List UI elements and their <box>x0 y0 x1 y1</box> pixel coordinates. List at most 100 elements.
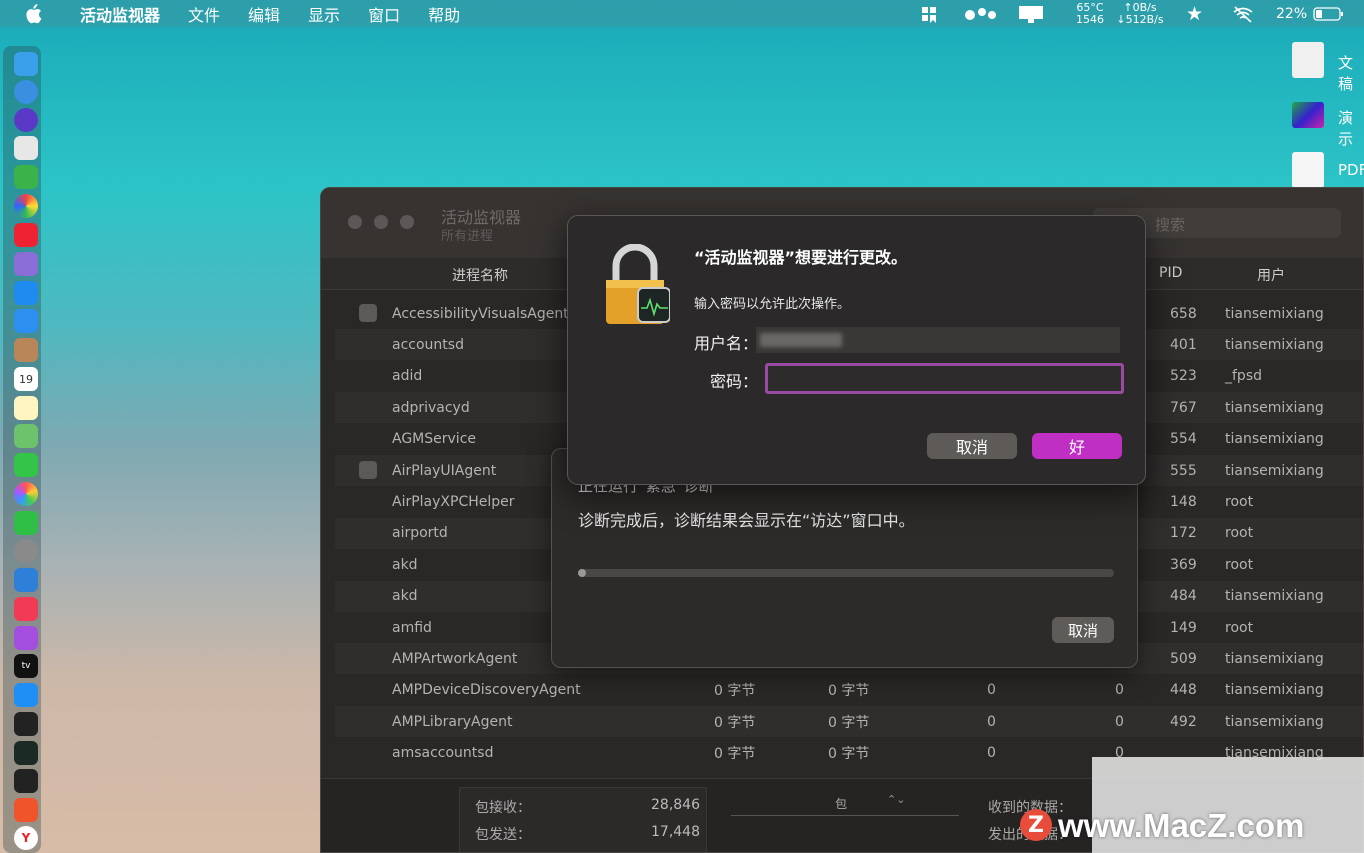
app-blue-icon[interactable] <box>14 568 38 592</box>
close-button[interactable] <box>348 215 362 229</box>
process-name: adprivacyd <box>392 399 470 416</box>
net-down: ↓512B/s <box>1116 12 1164 26</box>
user: tiansemixiang <box>1225 713 1324 730</box>
facetime-icon[interactable] <box>14 511 38 535</box>
app-store-icon[interactable] <box>14 683 38 707</box>
battery-percent: 22% <box>1276 5 1308 22</box>
android-icon[interactable] <box>14 165 38 189</box>
diagnostics-cancel-button[interactable]: 取消 <box>1052 617 1114 643</box>
col-pid[interactable]: PID <box>1159 265 1182 281</box>
battery-icon <box>1313 6 1344 21</box>
siri-icon[interactable] <box>14 108 38 132</box>
music-icon[interactable] <box>14 597 38 621</box>
process-name: amfid <box>392 619 432 636</box>
net-readout[interactable]: ↑0B/s ↓512B/s <box>1114 0 1166 27</box>
yandex-icon[interactable]: Y <box>14 826 38 850</box>
process-name: AGMService <box>392 431 476 448</box>
battery-status[interactable]: 22% <box>1276 0 1345 27</box>
packets-out: 0 <box>1115 682 1124 699</box>
process-name: adid <box>392 368 423 385</box>
terminal-icon[interactable] <box>14 712 38 736</box>
pid: 509 <box>1170 650 1197 667</box>
user: _fpsd <box>1225 368 1262 385</box>
user: root <box>1225 525 1254 542</box>
contacts-icon[interactable] <box>14 338 38 362</box>
maps-icon[interactable] <box>14 424 38 448</box>
menu-app-name[interactable]: 活动监视器 <box>66 2 174 26</box>
process-name: akd <box>392 588 418 605</box>
pdf-file-icon[interactable] <box>1292 152 1324 188</box>
menu-file[interactable]: 文件 <box>174 2 234 26</box>
star-status-icon[interactable]: ★ <box>1186 0 1203 27</box>
packets-in: 0 <box>987 682 996 699</box>
select-chevron-icon[interactable]: ⌃⌄ <box>887 793 905 806</box>
fan-rpm: 1546 <box>1076 12 1104 26</box>
safari-icon[interactable] <box>14 281 38 305</box>
app-purple-icon[interactable] <box>14 252 38 276</box>
col-user[interactable]: 用户 <box>1257 265 1285 285</box>
app-red-icon[interactable] <box>14 223 38 247</box>
launchpad-icon[interactable] <box>14 136 38 160</box>
process-name: airportd <box>392 525 448 542</box>
pid: 448 <box>1170 682 1197 699</box>
brave-icon[interactable] <box>14 798 38 822</box>
username-field[interactable] <box>756 327 1120 353</box>
app-store-icon[interactable] <box>14 80 38 104</box>
messages-icon[interactable] <box>14 453 38 477</box>
table-row[interactable]: AMPLibraryAgent 0 字节 0 字节 0 0 492 tiansemixian… <box>335 706 1363 738</box>
cancel-button[interactable]: 取消 <box>927 433 1017 459</box>
calendar-icon[interactable]: 19 <box>14 367 38 391</box>
desktop-item-label[interactable]: 文稿 <box>1338 52 1364 94</box>
user: tiansemixiang <box>1225 682 1324 699</box>
mail-icon[interactable] <box>14 309 38 333</box>
packets-out-value: 17,448 <box>651 824 700 840</box>
zoom-button[interactable] <box>400 215 414 229</box>
console-icon[interactable] <box>14 769 38 793</box>
password-label: 密码： <box>710 372 759 391</box>
desktop-item-label[interactable]: 演示 <box>1338 107 1364 149</box>
menu-view[interactable]: 显示 <box>294 2 354 26</box>
pid: 658 <box>1170 305 1197 322</box>
col-process-name[interactable]: 进程名称 <box>452 265 508 285</box>
bytes-received: 0 字节 <box>828 746 870 763</box>
minimize-button[interactable] <box>374 215 388 229</box>
dialog-subtitle: 输入密码以允许此次操作。 <box>694 297 851 312</box>
bookmark-status-icon[interactable] <box>920 0 938 27</box>
dock: 19 tv Y <box>3 46 41 853</box>
packets-out: 0 <box>1115 713 1124 730</box>
document-file-icon[interactable] <box>1292 42 1324 78</box>
watermark-text: www.MacZ.com <box>1058 807 1305 844</box>
display-status-icon[interactable] <box>1018 0 1044 27</box>
menu-edit[interactable]: 编辑 <box>234 2 294 26</box>
table-row[interactable]: AMPDeviceDiscoveryAgent 0 字节 0 字节 0 0 448 tian… <box>335 675 1363 706</box>
settings-icon[interactable] <box>14 539 38 563</box>
graph-unit-select[interactable]: 包 <box>835 795 847 812</box>
user: tiansemixiang <box>1225 431 1324 448</box>
process-name: AirPlayXPCHelper <box>392 493 515 510</box>
chrome-icon[interactable] <box>14 194 38 218</box>
dots-status-icon[interactable] <box>964 0 998 27</box>
pid: 555 <box>1170 462 1197 479</box>
net-up: ↑0B/s <box>1123 0 1157 14</box>
temp-readout[interactable]: 65°C 1546 <box>1072 0 1108 27</box>
pid: 148 <box>1170 493 1197 510</box>
keynote-file-icon[interactable] <box>1292 102 1324 128</box>
tv-icon[interactable]: tv <box>14 654 38 678</box>
podcasts-icon[interactable] <box>14 626 38 650</box>
window-subtitle: 所有进程 <box>441 229 494 244</box>
activity-monitor-icon[interactable] <box>14 741 38 765</box>
diagnostics-progress <box>578 569 1114 577</box>
process-name: AMPLibraryAgent <box>392 713 513 730</box>
password-field[interactable] <box>765 363 1124 394</box>
apple-icon[interactable] <box>22 3 44 25</box>
wifi-off-icon[interactable] <box>1232 0 1254 27</box>
menu-window[interactable]: 窗口 <box>354 2 414 26</box>
finder-icon[interactable] <box>14 52 38 76</box>
menu-help[interactable]: 帮助 <box>414 2 474 26</box>
ok-button[interactable]: 好 <box>1032 433 1122 459</box>
desktop-item-label[interactable]: PDF <box>1338 161 1364 179</box>
user: root <box>1225 493 1254 510</box>
notes-icon[interactable] <box>14 396 38 420</box>
cpu-temp: 65°C <box>1076 0 1104 14</box>
photos-icon[interactable] <box>14 482 38 506</box>
